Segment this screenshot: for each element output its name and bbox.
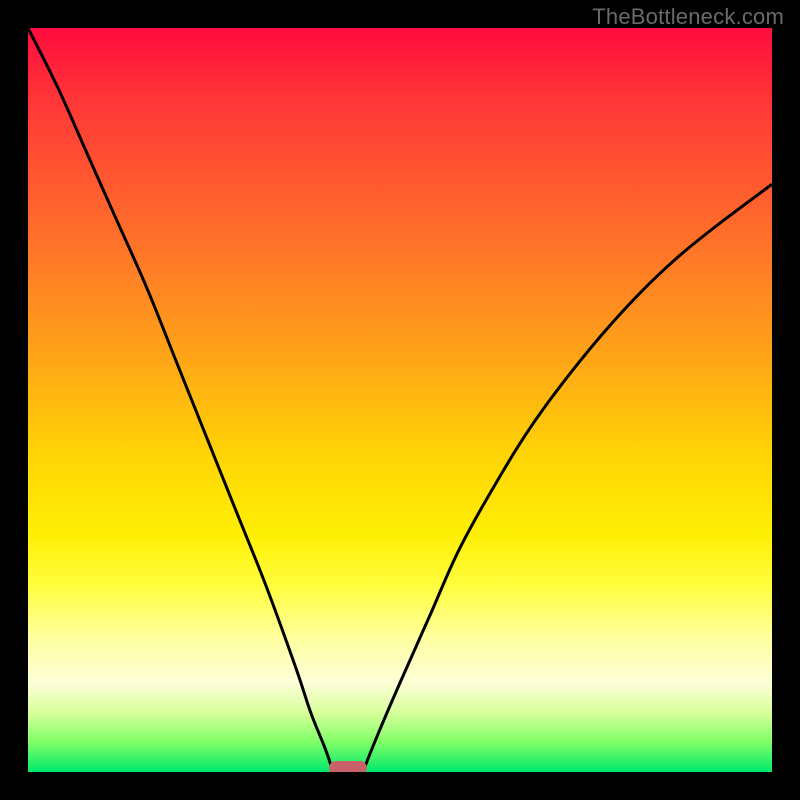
curve-layer	[28, 28, 772, 772]
left-curve	[28, 28, 333, 772]
right-curve	[363, 184, 772, 772]
chart-frame: TheBottleneck.com	[0, 0, 800, 800]
plot-area	[28, 28, 772, 772]
optimal-marker	[329, 761, 366, 772]
watermark-text: TheBottleneck.com	[592, 4, 784, 30]
